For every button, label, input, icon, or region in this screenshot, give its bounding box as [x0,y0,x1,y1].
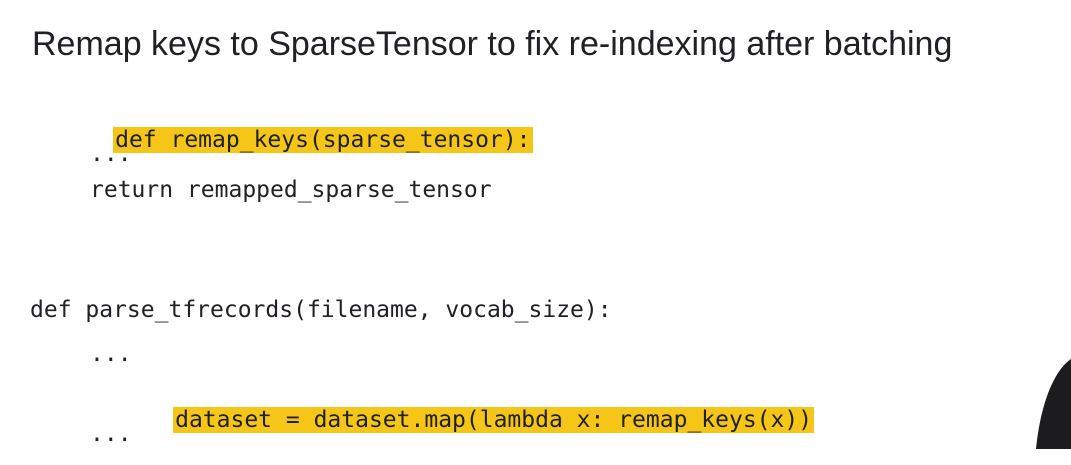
code-line-return: return remapped_sparse_tensor [90,177,492,203]
presenter-image [1036,359,1071,449]
code-line-dataset-map: dataset = dataset.map(lambda x: remap_ke… [90,375,815,433]
code-line-def-parse-tfrecords: def parse_tfrecords(filename, vocab_size… [30,297,612,323]
slide-title: Remap keys to SparseTensor to fix re-ind… [32,25,953,63]
highlighted-code: def remap_keys(sparse_tensor): [113,127,533,153]
code-line-def-remap-keys: def remap_keys(sparse_tensor): [30,95,533,153]
code-line-ellipsis: ... [90,421,132,447]
code-line-ellipsis: ... [90,341,132,367]
code-line-ellipsis: ... [90,141,132,167]
highlighted-code: dataset = dataset.map(lambda x: remap_ke… [173,407,815,433]
